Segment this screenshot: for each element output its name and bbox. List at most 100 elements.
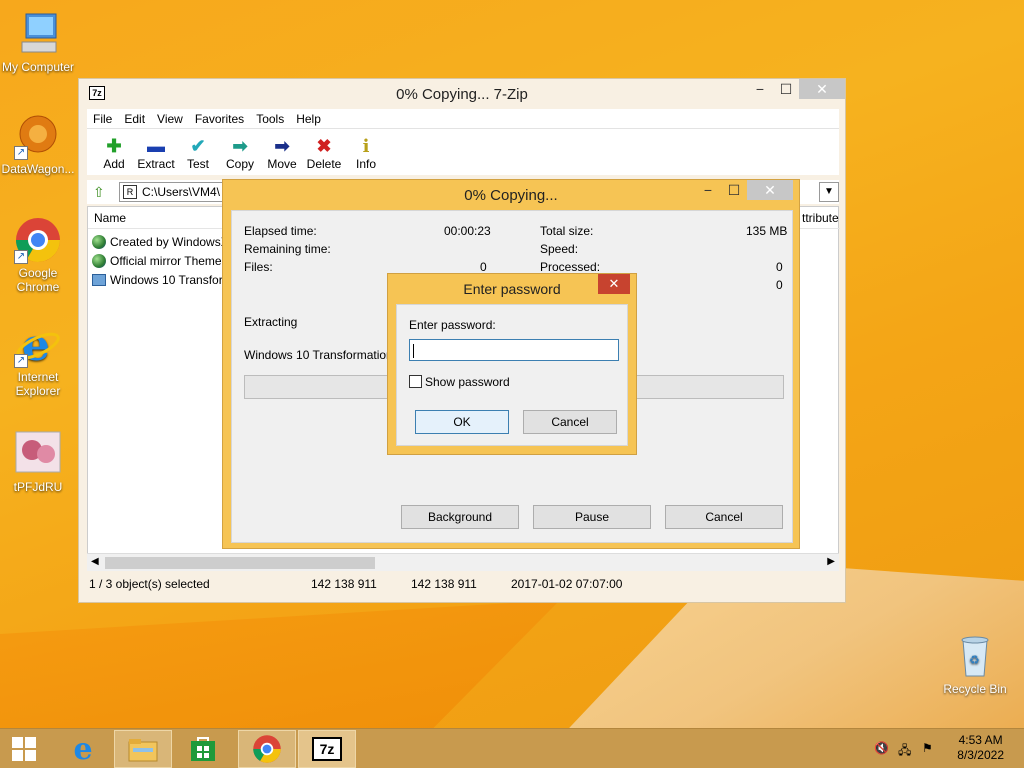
menu-help[interactable]: Help — [290, 109, 327, 128]
file-icon — [92, 274, 106, 286]
drive-icon: R — [123, 185, 137, 199]
minimize-button[interactable]: − — [747, 79, 773, 99]
close-button[interactable]: ✕ — [747, 180, 793, 200]
text-cursor — [413, 343, 414, 358]
taskbar-store[interactable] — [174, 730, 232, 768]
image-file-icon — [14, 430, 62, 478]
elapsed-label: Elapsed time: — [244, 224, 317, 238]
files-label: Files: — [244, 260, 273, 274]
total-size-label: Total size: — [540, 224, 594, 238]
chrome-icon: ↗ — [14, 216, 62, 264]
desktop-icon-label: DataWagon... — [1, 162, 75, 176]
desktop-icon-label: My Computer — [1, 60, 75, 74]
up-folder-icon[interactable]: ⇧ — [93, 184, 105, 201]
password-input[interactable] — [409, 339, 619, 361]
menu-view[interactable]: View — [151, 109, 189, 128]
scroll-left-icon[interactable]: ◀ — [91, 556, 99, 567]
file-row[interactable]: Created by WindowsX — [92, 233, 229, 251]
menu-edit[interactable]: Edit — [118, 109, 151, 128]
menu-favorites[interactable]: Favorites — [189, 109, 250, 128]
recycle-bin-icon: ♻ — [951, 632, 999, 680]
background-button[interactable]: Background — [401, 505, 519, 529]
network-icon[interactable]: 🖧 — [898, 741, 911, 762]
taskbar-chrome[interactable] — [238, 730, 296, 768]
add-button[interactable]: ✚ Add — [93, 129, 135, 175]
info-button[interactable]: i Info — [345, 129, 387, 175]
show-password-label: Show password — [425, 375, 510, 389]
minus-icon: ▬ — [147, 135, 165, 156]
status-bar: 1 / 3 object(s) selected 142 138 911 142… — [87, 573, 839, 595]
address-dropdown-icon[interactable]: ▼ — [819, 182, 839, 202]
desktop-icon-internet-explorer[interactable]: e ↗ Internet Explorer — [0, 320, 76, 398]
packed-value: 0 — [776, 278, 783, 292]
clock[interactable]: 4:53 AM 8/3/2022 — [957, 733, 1004, 763]
cancel-button[interactable]: Cancel — [665, 505, 783, 529]
menu-file[interactable]: File — [87, 109, 118, 128]
password-dialog: Enter password ✕ Enter password: Show pa… — [387, 273, 637, 455]
dialog-titlebar[interactable]: Enter password ✕ — [388, 274, 636, 304]
elapsed-value: 00:00:23 — [444, 224, 491, 238]
remaining-label: Remaining time: — [244, 242, 331, 256]
toolbar: ✚ Add ▬ Extract ✔ Test ➡ Copy ➡ Move ✖ Delete … — [87, 129, 839, 175]
test-button[interactable]: ✔ Test — [177, 129, 219, 175]
taskbar-file-explorer[interactable] — [114, 730, 172, 768]
column-name[interactable]: Name — [94, 211, 126, 225]
plus-icon: ✚ — [106, 135, 122, 156]
files-value: 0 — [480, 260, 487, 274]
titlebar[interactable]: 7z 0% Copying... 7-Zip − ☐ ✕ — [79, 79, 845, 109]
close-button[interactable]: ✕ — [598, 274, 630, 294]
file-row[interactable]: Windows 10 Transfor — [92, 271, 223, 289]
delete-button[interactable]: ✖ Delete — [303, 129, 345, 175]
datawagon-icon: ↗ — [14, 112, 62, 160]
start-button[interactable] — [0, 730, 48, 768]
scroll-right-icon[interactable]: ▶ — [827, 556, 835, 567]
shortcut-arrow-icon: ↗ — [14, 146, 28, 160]
internet-explorer-icon: e — [73, 731, 93, 767]
windows-logo-icon — [12, 737, 36, 761]
check-icon: ✔ — [190, 135, 206, 156]
action-center-icon[interactable]: ⚑ — [922, 741, 933, 755]
desktop-icon-tpfjdru[interactable]: tPFJdRU — [0, 430, 76, 494]
minimize-button[interactable]: − — [695, 180, 721, 200]
shortcut-arrow-icon: ↗ — [14, 354, 28, 368]
horizontal-scrollbar[interactable]: ◀ ▶ — [87, 553, 839, 571]
dialog-titlebar[interactable]: 0% Copying... − ☐ ✕ — [223, 180, 799, 210]
pause-button[interactable]: Pause — [533, 505, 651, 529]
scrollbar-thumb[interactable] — [105, 557, 375, 569]
extract-button[interactable]: ▬ Extract — [135, 129, 177, 175]
status-selected: 1 / 3 object(s) selected — [89, 577, 210, 591]
status-size: 142 138 911 — [311, 577, 377, 591]
info-icon: i — [362, 135, 370, 157]
computer-icon — [14, 10, 62, 58]
desktop-icon-label: Google Chrome — [16, 266, 60, 294]
desktop-icon-my-computer[interactable]: My Computer — [0, 10, 76, 74]
maximize-button[interactable]: ☐ — [721, 180, 747, 200]
desktop-icon-recycle-bin[interactable]: ♻ Recycle Bin — [937, 632, 1013, 696]
copy-button[interactable]: ➡ Copy — [219, 129, 261, 175]
store-icon — [191, 737, 215, 761]
menu-tools[interactable]: Tools — [250, 109, 290, 128]
internet-explorer-icon: e ↗ — [14, 320, 62, 371]
7zip-app-icon: 7z — [312, 737, 342, 761]
folder-icon — [128, 739, 158, 762]
taskbar: e 7z 🔇 🖧 ⚑ 4:53 AM 8/3/2022 — [0, 728, 1024, 768]
cancel-button[interactable]: Cancel — [523, 410, 617, 434]
status-packed: 142 138 911 — [411, 577, 477, 591]
show-password-checkbox[interactable] — [409, 375, 422, 388]
maximize-button[interactable]: ☐ — [773, 79, 799, 99]
processed-label: Processed: — [540, 260, 601, 274]
address-input[interactable]: R C:\Users\VM4\ — [119, 182, 229, 202]
ok-button[interactable]: OK — [415, 410, 509, 434]
password-dialog-body: Enter password: Show password OK Cancel — [396, 304, 628, 446]
file-row[interactable]: Official mirror Theme — [92, 252, 222, 270]
globe-icon — [92, 235, 106, 249]
desktop-icon-google-chrome[interactable]: ↗ Google Chrome — [0, 216, 76, 294]
desktop-icon-datawagon[interactable]: ↗ DataWagon... — [0, 112, 76, 176]
taskbar-7zip[interactable]: 7z — [298, 730, 356, 768]
taskbar-internet-explorer[interactable]: e — [54, 730, 112, 768]
close-button[interactable]: ✕ — [799, 79, 845, 99]
column-attributes[interactable]: ttribute — [802, 211, 839, 225]
volume-muted-icon[interactable]: 🔇 — [874, 741, 889, 755]
desktop-icon-label: Internet Explorer — [15, 370, 61, 398]
move-button[interactable]: ➡ Move — [261, 129, 303, 175]
